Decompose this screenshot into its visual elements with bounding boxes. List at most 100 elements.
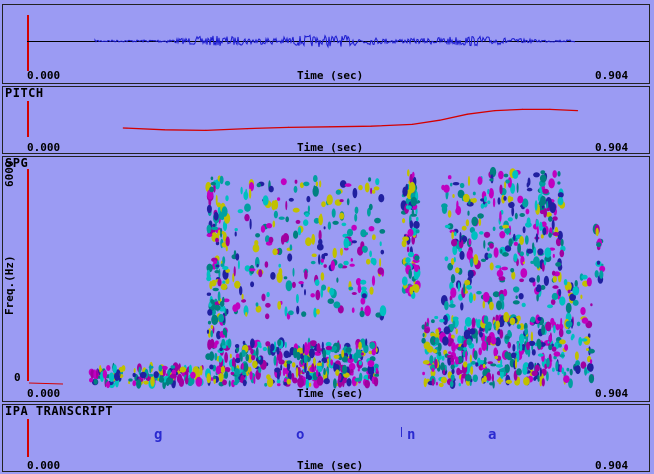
spectrogram-blob [411,208,415,217]
spectrogram-blob [503,196,507,201]
spectrogram-blob [434,315,439,320]
spectrogram-blob [580,307,586,315]
spectrogram-blob [574,280,578,288]
spectrogram-blob [528,277,536,283]
spectrogram-blob [310,260,316,265]
spectrogram-blob [457,346,464,351]
spectrogram-blob [596,260,601,265]
ipa-symbol-n[interactable]: n [407,427,415,443]
spectrogram-blob [296,305,300,315]
spectrogram-blob [512,300,520,305]
spectrogram-blob [502,224,509,229]
spectrogram-blob [572,286,580,296]
spectrogram-blob [435,381,438,386]
spectrogram-blob [483,240,486,249]
spectrogram-blob [472,191,476,196]
spectrogram-blob [526,187,533,192]
ipa-symbol-o[interactable]: o [296,427,304,443]
pitch-point-13 [576,110,579,112]
spectrogram-blob [589,359,593,364]
transcript-cursor[interactable] [27,419,29,457]
spectrogram-blob [407,169,410,177]
spectrogram-blob [459,250,465,260]
spectrogram-blob [358,184,363,191]
spectrogram-blob [459,232,462,243]
spectrogram-blob [444,256,449,262]
spectrogram-blob [563,279,568,286]
spectrogram-blob [274,372,277,378]
waveform-x-end: 0.904 [595,69,629,82]
spectrogram-blob [360,297,366,305]
spectrogram-blob [296,351,301,361]
spectrogram-blob [313,175,318,183]
spectrogram-blob [316,308,320,315]
pitch-point-8 [439,119,441,121]
spectrogram-blob [338,373,342,381]
spectrogram-blob [209,351,215,361]
spectrogram-blob [326,194,333,205]
spectrogram-blob [229,353,232,359]
spectrogram-blob [586,348,589,351]
spectrogram-blob [278,263,282,268]
spectrogram-blob [463,361,468,368]
spectrogram-blob [332,247,337,259]
spectrogram-blob [99,365,102,373]
spectrogram-blob [333,301,341,309]
spectrogram-blob [516,182,519,193]
spectrogram-blob [539,379,542,387]
spectrogram-blob [219,300,225,307]
spectrogram-blob [133,368,136,373]
spectrogram-blob [549,202,556,214]
spectrogram-blob [405,287,409,294]
spectrogram-blob [492,380,495,389]
spectrogram-blob [489,178,494,182]
spectrogram-blob [518,293,524,300]
spectrogram-blob [225,236,230,247]
ipa-symbol-g[interactable]: g [154,427,162,443]
spectrogram-blob [206,233,213,238]
spectrogram-blob [471,231,478,241]
spectrogram-blob [505,379,513,384]
spectrogram-blob [266,291,270,298]
spectrogram-blob [276,379,281,384]
spectrogram-blob [331,208,336,218]
spectrogram-blob [405,257,411,264]
spectrogram-blob [368,203,373,211]
spectrogram-blob [214,270,220,274]
spectrogram-blob [367,374,371,380]
spectrogram-blob [473,350,478,360]
spectrogram-blob [215,194,218,206]
spectrogram-blob [234,368,240,376]
spectrogram-blob [539,221,543,231]
spectrogram-blob [340,248,343,256]
spectrogram-blob [493,347,498,357]
spectrogram-blob [434,358,438,369]
spectrogram-blob [495,265,501,269]
spectrogram-blob [360,352,364,356]
spectrogram-blob [407,205,412,210]
spectrogram-blob [148,373,154,377]
spectrogram-blob [457,335,463,344]
spectrogram-blob [446,354,454,358]
spectrogram-blob [512,170,519,179]
spectrogram-blob [283,382,288,386]
spectrogram-blob [580,294,583,299]
spectrogram-blob [509,317,516,325]
spectrogram-blob [410,196,418,207]
spectrogram-blob [538,200,545,207]
spectrogram-blob [431,378,435,386]
spectrogram-blob [521,302,526,308]
spectrogram-blob [499,293,505,302]
spectrogram-blob [333,362,337,372]
spectrogram-blob [528,361,534,370]
spectrogram-blob [497,197,501,205]
spectrogram-blob [233,266,236,277]
spectrogram-blob [502,252,509,257]
spectrogram-blob [584,366,588,376]
ipa-symbol-a[interactable]: a [488,427,496,443]
spectrogram-blob [222,256,226,265]
spectrogram-y-min: 0 [14,371,21,384]
spectrogram-blob [535,233,539,243]
spectrogram-blob [478,218,482,227]
spectrogram-blob [463,283,466,294]
